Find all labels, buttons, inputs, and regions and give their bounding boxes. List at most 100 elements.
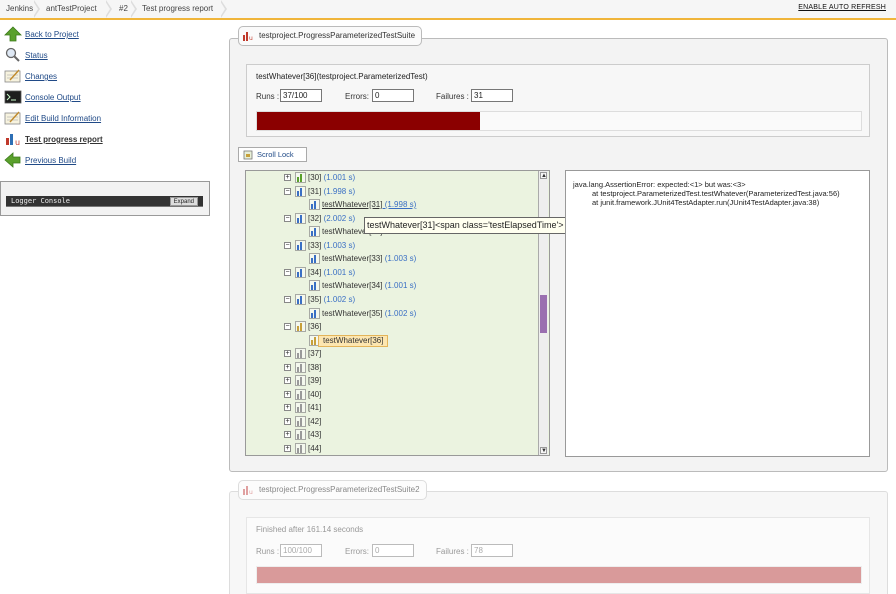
- tree-node-name: testWhatever[35]: [322, 308, 383, 318]
- tree-group-node[interactable]: − [35] (1.002 s): [246, 294, 536, 306]
- progress-box-1: testWhatever[36](testproject.Parameteriz…: [246, 64, 870, 137]
- failures-field: 78: [471, 544, 513, 557]
- tree-node-label: testWhatever[34] (1.001 s): [322, 280, 416, 292]
- sidebar-item-status[interactable]: Status: [4, 47, 204, 65]
- test-group-icon: [295, 212, 306, 224]
- expand-toggle-icon[interactable]: +: [284, 404, 291, 412]
- scroll-down-arrow[interactable]: ▼: [540, 447, 547, 454]
- collapse-toggle-icon[interactable]: −: [284, 214, 291, 222]
- tree-node-label: [31] (1.998 s): [308, 186, 355, 198]
- breadcrumb-project[interactable]: antTestProject: [40, 0, 103, 18]
- tree-node-label: [39]: [308, 375, 321, 387]
- expand-toggle-icon[interactable]: +: [284, 363, 291, 371]
- tree-group-node[interactable]: + [42]: [246, 416, 536, 428]
- tree-group-node[interactable]: − [36]: [246, 321, 536, 333]
- tree-node-name: testWhatever[34]: [322, 281, 383, 291]
- sidebar-item-edit-build-information[interactable]: Edit Build Information: [4, 110, 204, 128]
- tree-group-node[interactable]: + [37]: [246, 348, 536, 360]
- stack-trace-line: at testproject.ParameterizedTest.testWha…: [592, 189, 840, 198]
- elapsed-time: (1.998 s): [382, 200, 417, 210]
- tree-test-node[interactable]: testWhatever[35] (1.002 s): [246, 307, 536, 320]
- expand-toggle-icon[interactable]: +: [284, 390, 291, 398]
- tree-node-name: testWhatever[33]: [322, 254, 383, 264]
- tree-test-node[interactable]: testWhatever[31] (1.998 s): [246, 199, 536, 211]
- expand-toggle-icon[interactable]: +: [284, 445, 291, 452]
- scroll-up-arrow[interactable]: ▲: [540, 172, 547, 179]
- tree-node-name: testWhatever[36]: [323, 335, 384, 345]
- errors-field: 0: [372, 89, 414, 102]
- suite-tab-2[interactable]: u testproject.ProgressParameterizedTestS…: [238, 480, 427, 500]
- terminal-icon: [4, 90, 22, 104]
- collapse-toggle-icon[interactable]: −: [284, 241, 291, 249]
- test-group-icon: [295, 429, 306, 441]
- expand-toggle-icon[interactable]: +: [284, 417, 291, 425]
- sidebar-item-label: Console Output: [25, 93, 81, 102]
- failures-field: 31: [471, 89, 513, 102]
- tree-group-node[interactable]: + [40]: [246, 388, 536, 401]
- tree-node-label: [41]: [308, 402, 321, 414]
- tree-node-name: [38]: [308, 362, 322, 372]
- tree-group-node[interactable]: + [41]: [246, 402, 536, 414]
- collapse-toggle-icon[interactable]: −: [284, 268, 291, 276]
- logger-console-bar: Logger Console Expand: [6, 196, 203, 207]
- progress-box-2: Finished after 161.14 seconds Runs : 100…: [246, 517, 870, 594]
- sidebar-item-previous-build[interactable]: Previous Build: [4, 152, 204, 170]
- tree-node-label: [40]: [308, 389, 321, 401]
- logger-expand-button[interactable]: Expand: [169, 197, 198, 206]
- enable-auto-refresh-link[interactable]: ENABLE AUTO REFRESH: [798, 4, 886, 11]
- sidebar-item-console-output[interactable]: Console Output: [4, 89, 204, 107]
- tree-node-name: [34]: [308, 267, 322, 277]
- logger-console: Logger Console Expand: [0, 181, 210, 216]
- tree-node-label: testWhatever[33] (1.003 s): [322, 253, 416, 265]
- tree-group-node[interactable]: − [34] (1.001 s): [246, 267, 536, 279]
- tree-group-node[interactable]: + [39]: [246, 375, 536, 387]
- expand-toggle-icon[interactable]: +: [284, 174, 291, 181]
- scroll-lock-button[interactable]: Scroll Lock: [238, 147, 307, 162]
- tree-scrollbar[interactable]: ▲ ▼: [538, 171, 548, 455]
- test-group-icon: [295, 172, 306, 183]
- breadcrumb-bar: Jenkins antTestProject #2 Test progress …: [0, 0, 896, 20]
- tree-node-label: [37]: [308, 348, 321, 360]
- expand-toggle-icon[interactable]: +: [284, 377, 291, 385]
- tree-node-name: [30]: [308, 173, 322, 182]
- tree-node-name: [40]: [308, 389, 322, 399]
- lock-icon: [243, 150, 253, 160]
- test-node-icon: [309, 226, 320, 237]
- stack-trace-line: at junit.framework.JUnit4TestAdapter.run…: [592, 198, 820, 207]
- svg-text:u: u: [249, 489, 253, 495]
- test-tree[interactable]: ▲ ▼ + [30] (1.001 s) − [31] (1.998 s) testWh…: [245, 170, 550, 456]
- sidebar-item-changes[interactable]: Changes: [4, 68, 204, 86]
- collapse-toggle-icon[interactable]: −: [284, 187, 291, 195]
- tree-group-node[interactable]: − [31] (1.998 s): [246, 185, 536, 198]
- expand-toggle-icon[interactable]: +: [284, 431, 291, 439]
- collapse-toggle-icon[interactable]: −: [284, 295, 291, 303]
- breadcrumb-current-page[interactable]: Test progress report: [136, 0, 219, 18]
- errors-label: Errors:: [345, 92, 369, 101]
- tree-node-name: [42]: [308, 416, 322, 426]
- tree-group-node[interactable]: − [33] (1.003 s): [246, 239, 536, 252]
- sidebar-item-label: Changes: [25, 72, 58, 81]
- test-node-icon: [309, 280, 320, 292]
- scroll-thumb[interactable]: [540, 295, 547, 333]
- tree-group-node[interactable]: + [30] (1.001 s): [246, 172, 536, 184]
- elapsed-time: (2.002 s): [321, 213, 356, 223]
- left-arrow-icon: [4, 152, 21, 168]
- expand-toggle-icon[interactable]: +: [284, 350, 291, 358]
- test-report-icon: u: [6, 134, 20, 147]
- sidebar-item-test-progress-report[interactable]: u Test progress report: [4, 131, 204, 149]
- sidebar-item-label: Edit Build Information: [25, 114, 102, 123]
- tree-group-node[interactable]: + [43]: [246, 429, 536, 441]
- sidebar-item-back-to-project[interactable]: Back to Project: [4, 26, 204, 44]
- tree-test-node[interactable]: testWhatever[36]: [246, 334, 536, 347]
- tree-group-node[interactable]: + [44]: [246, 443, 536, 455]
- tree-group-node[interactable]: + [38]: [246, 361, 536, 374]
- failures-label: Failures :: [436, 547, 469, 556]
- sidebar-item-label: Previous Build: [25, 156, 77, 165]
- test-report-icon: u: [243, 32, 253, 41]
- tree-test-node[interactable]: testWhatever[34] (1.001 s): [246, 280, 536, 292]
- collapse-toggle-icon[interactable]: −: [284, 323, 291, 331]
- tree-node-label: [32] (2.002 s): [308, 213, 355, 225]
- suite-tab-1[interactable]: u testproject.ProgressParameterizedTestS…: [238, 26, 423, 46]
- tree-test-node[interactable]: testWhatever[33] (1.003 s): [246, 253, 536, 265]
- test-report-icon: u: [243, 486, 253, 495]
